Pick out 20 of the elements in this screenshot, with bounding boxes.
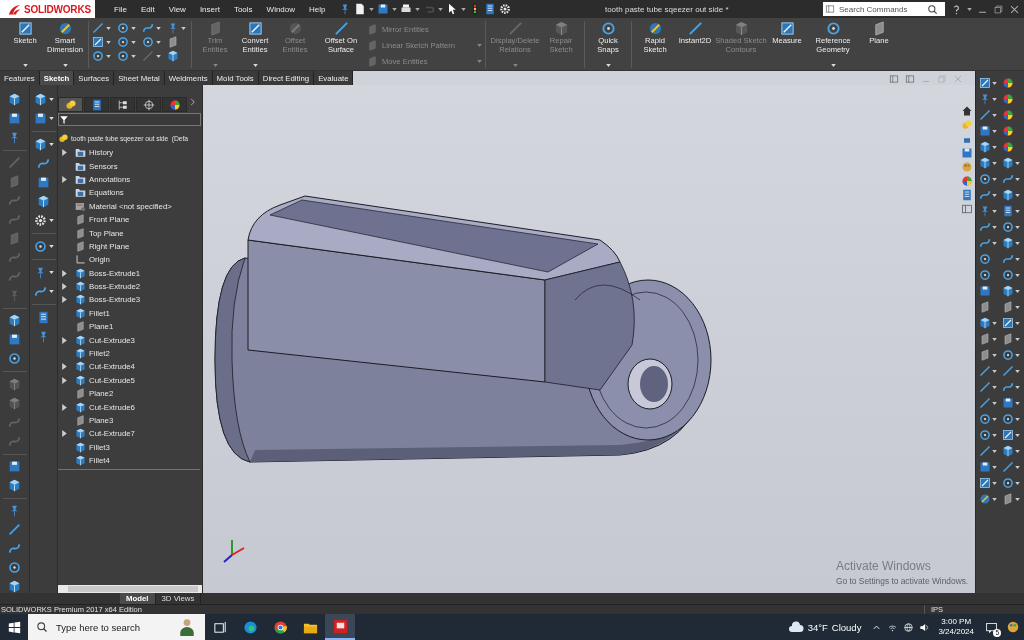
- menu-item[interactable]: Edit: [133, 0, 162, 18]
- activation-text: Go to Settings to activate Windows.: [836, 576, 969, 586]
- menu-item[interactable]: Insert: [192, 0, 227, 18]
- menu-item[interactable]: View: [161, 0, 193, 18]
- window-title: tooth paste tube sqeezer out side *: [603, 4, 730, 14]
- search-input[interactable]: Search Commands: [839, 4, 923, 14]
- weather-condition[interactable]: Cloudy: [831, 621, 862, 633]
- activation-title: Activate Windows: [836, 559, 932, 573]
- menu-item[interactable]: Tools: [226, 0, 260, 18]
- clock-date[interactable]: 3/24/2024: [938, 627, 974, 637]
- app-logo: SOLIDWORKS: [0, 0, 95, 18]
- clock-time[interactable]: 3:00 PM: [941, 617, 972, 627]
- search-field[interactable]: Search Commands: [823, 2, 945, 16]
- menu-item[interactable]: Window: [259, 0, 303, 18]
- weather-temperature[interactable]: 34°F: [807, 621, 828, 633]
- search-input[interactable]: Type here to search: [54, 620, 172, 634]
- menu-item[interactable]: Help: [302, 0, 333, 18]
- menu-item[interactable]: File: [107, 0, 134, 18]
- search-field[interactable]: Type here to search: [28, 614, 205, 640]
- clock[interactable]: 3:00 PM 3/24/2024: [938, 617, 974, 637]
